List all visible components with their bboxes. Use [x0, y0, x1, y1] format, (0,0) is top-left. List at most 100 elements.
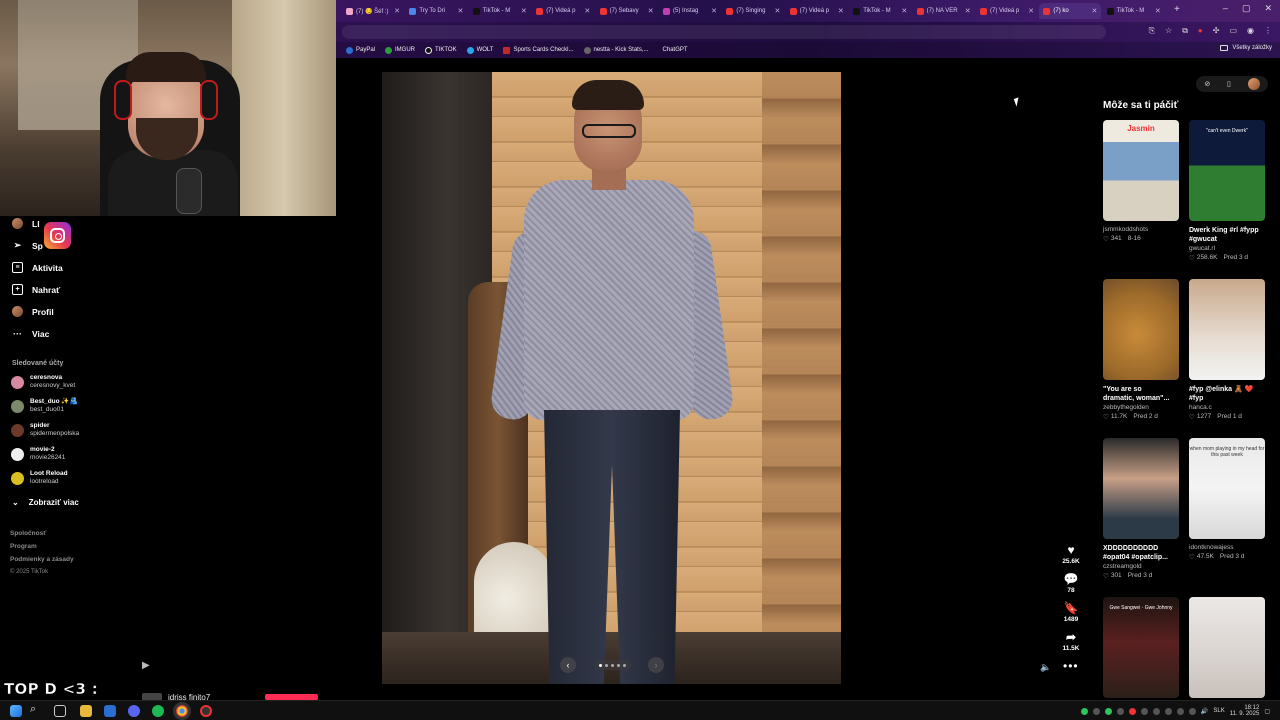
- recommended-video[interactable]: [1189, 597, 1265, 698]
- bookmark-paypal[interactable]: PayPal: [346, 46, 375, 54]
- recommended-video[interactable]: #fyp @elinka 🧸 ❤️ #fyp hanca.c ♡ 1277 Pred 1…: [1189, 279, 1265, 421]
- nav-upload[interactable]: + Nahrať: [12, 284, 60, 295]
- carousel-dot[interactable]: [616, 663, 620, 667]
- store-icon[interactable]: [104, 705, 116, 717]
- close-tab-icon[interactable]: ✕: [711, 7, 717, 15]
- tray-app-icon[interactable]: [1128, 707, 1136, 715]
- volume-icon[interactable]: 🔊: [1201, 708, 1208, 715]
- show-more-button[interactable]: ⌄ Zobraziť viac: [12, 498, 79, 507]
- chrome-icon[interactable]: [176, 705, 188, 717]
- url-input[interactable]: [342, 25, 1106, 39]
- tray-app-icon[interactable]: [1092, 707, 1100, 715]
- bookmark-kick-stats[interactable]: nestta - Kick Stats,...: [583, 46, 649, 54]
- close-tab-icon[interactable]: ✕: [838, 7, 844, 15]
- close-window-button[interactable]: ✕: [1264, 3, 1272, 14]
- recommended-video[interactable]: "You are so dramatic, woman"... zebbytheg…: [1103, 279, 1179, 421]
- share-button[interactable]: ➦ 11.5K: [1060, 631, 1082, 653]
- like-button[interactable]: ♥ 25.6K: [1060, 544, 1082, 566]
- search-icon[interactable]: ⌕: [30, 703, 42, 715]
- video-author[interactable]: czstreamgold: [1103, 563, 1179, 570]
- new-tab-button[interactable]: +: [1174, 4, 1180, 15]
- record-extension-icon[interactable]: ●: [1198, 26, 1203, 36]
- browser-tab[interactable]: (7) Sebavy ✕: [596, 3, 658, 19]
- language-indicator[interactable]: SLK: [1213, 708, 1224, 714]
- save-button[interactable]: 🔖 1489: [1060, 602, 1082, 624]
- minimize-button[interactable]: –: [1223, 3, 1228, 14]
- tray-app-icon[interactable]: [1116, 707, 1124, 715]
- tray-app-icon[interactable]: [1080, 707, 1088, 715]
- browser-tab[interactable]: Try To Dri ✕: [405, 3, 467, 19]
- menu-icon[interactable]: ⋮: [1264, 26, 1272, 36]
- close-tab-icon[interactable]: ✕: [521, 7, 527, 15]
- browser-tab[interactable]: (7) Singing ✕: [722, 3, 784, 19]
- video-author[interactable]: gwucat.rl: [1189, 245, 1265, 252]
- maximize-button[interactable]: ▢: [1242, 3, 1251, 14]
- browser-tab[interactable]: (5) Instag ✕: [659, 3, 721, 19]
- close-tab-icon[interactable]: ✕: [1028, 7, 1034, 15]
- close-tab-icon[interactable]: ✕: [1155, 7, 1161, 15]
- tray-app-icon[interactable]: [1152, 707, 1160, 715]
- puzzle-icon[interactable]: ✣: [1213, 26, 1220, 36]
- browser-tab[interactable]: (7) Videá p ✕: [532, 3, 594, 19]
- close-tab-icon[interactable]: ✕: [775, 7, 781, 15]
- chevron-left-icon[interactable]: ‹: [560, 657, 576, 673]
- browser-tab[interactable]: (7) ko ✕: [1039, 3, 1102, 19]
- nav-more[interactable]: ··· Viac: [12, 328, 49, 339]
- bookmark-sports-cards[interactable]: Sports Cards Checkl...: [503, 46, 574, 54]
- tray-app-icon[interactable]: [1140, 707, 1148, 715]
- windows-start-icon[interactable]: [10, 705, 22, 717]
- compass-icon[interactable]: ⊘: [1204, 80, 1210, 88]
- comment-button[interactable]: 💬 78: [1060, 573, 1082, 595]
- video-author[interactable]: idontknowajess: [1189, 544, 1265, 551]
- following-account[interactable]: Best_duo ✨🫂 best_duo01: [11, 398, 78, 414]
- carousel-dot[interactable]: [598, 663, 602, 667]
- close-tab-icon[interactable]: ✕: [1092, 7, 1098, 15]
- browser-tab[interactable]: TikTok - M ✕: [849, 3, 911, 19]
- recommended-video[interactable]: XDDDDDDDDDD #opat04 #opatclip... czstream…: [1103, 438, 1179, 580]
- close-tab-icon[interactable]: ✕: [901, 7, 907, 15]
- play-icon[interactable]: ▶: [142, 660, 150, 671]
- bookmark-chatgpt[interactable]: ChatGPT: [663, 47, 688, 53]
- recommended-video[interactable]: Jasmin jsmmkoddshots ♡ 341 8-16: [1103, 120, 1179, 243]
- nav-messages[interactable]: ➢ Sp: [12, 240, 43, 251]
- avatar[interactable]: [1247, 78, 1260, 90]
- bookmark-tiktok[interactable]: TIKTOK: [425, 46, 457, 54]
- tray-app-icon[interactable]: [1104, 707, 1112, 715]
- volume-icon[interactable]: 🔈: [1040, 662, 1051, 673]
- task-view-icon[interactable]: [54, 705, 66, 717]
- footer-program[interactable]: Program: [10, 543, 37, 550]
- carousel-dot[interactable]: [604, 663, 608, 667]
- device-icon[interactable]: ▯: [1227, 80, 1231, 88]
- browser-tab[interactable]: (7) NA VER ✕: [913, 3, 975, 19]
- browser-tab[interactable]: (7) Videá p ✕: [976, 3, 1038, 19]
- following-account[interactable]: spider spidermenpolska: [11, 422, 79, 438]
- tray-app-icon[interactable]: [1164, 707, 1172, 715]
- tray-app-icon[interactable]: [1176, 707, 1184, 715]
- close-tab-icon[interactable]: ✕: [648, 7, 654, 15]
- chevron-right-icon[interactable]: ›: [648, 657, 664, 673]
- following-account[interactable]: ceresnova ceresnovy_kvet: [11, 374, 75, 390]
- bookmark-star-icon[interactable]: ☆: [1165, 26, 1172, 36]
- footer-terms[interactable]: Podmienky a zásady: [10, 556, 74, 563]
- bookmark-wolt[interactable]: WOLT: [466, 46, 493, 54]
- extension-icon[interactable]: ⧉: [1182, 26, 1188, 36]
- following-account[interactable]: movie-2 movie26241: [11, 446, 65, 462]
- profile-icon[interactable]: ◉: [1247, 26, 1254, 36]
- discord-icon[interactable]: [128, 705, 140, 717]
- recommended-video[interactable]: when mom playing in my head for this pas…: [1189, 438, 1265, 561]
- browser-tab[interactable]: TikTok - M ✕: [1103, 3, 1165, 19]
- notification-icon[interactable]: ▢: [1264, 708, 1270, 715]
- spotify-icon[interactable]: [152, 705, 164, 717]
- all-bookmarks-button[interactable]: Všetky záložky: [1220, 45, 1272, 51]
- close-tab-icon[interactable]: ✕: [394, 7, 400, 15]
- recommended-video[interactable]: "can't even Dwerk" Dwerk King #rl #fypp #…: [1189, 120, 1265, 262]
- close-tab-icon[interactable]: ✕: [584, 7, 590, 15]
- video-author[interactable]: jsmmkoddshots: [1103, 226, 1179, 233]
- file-explorer-icon[interactable]: [80, 705, 92, 717]
- video-author[interactable]: hanca.c: [1189, 404, 1265, 411]
- nav-live[interactable]: LI: [12, 218, 40, 229]
- close-tab-icon[interactable]: ✕: [965, 7, 971, 15]
- more-options-icon[interactable]: •••: [1063, 659, 1079, 673]
- carousel-dot[interactable]: [610, 663, 614, 667]
- install-app-icon[interactable]: ⎘: [1149, 26, 1155, 36]
